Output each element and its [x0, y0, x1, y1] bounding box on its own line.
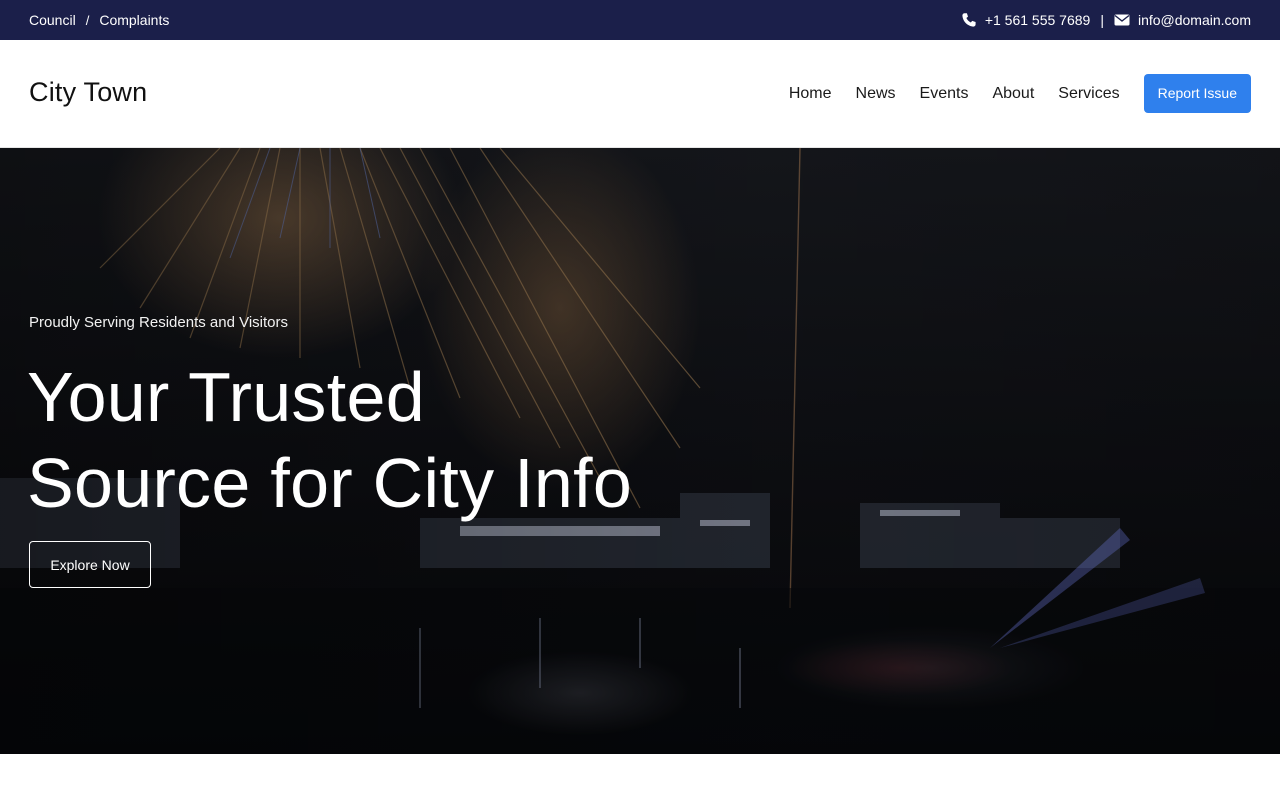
site-header: City Town Home News Events About Service…	[0, 40, 1280, 148]
report-issue-button[interactable]: Report Issue	[1143, 74, 1251, 113]
hero-title-line-1: Your Trusted	[27, 358, 425, 436]
breadcrumb-council-link[interactable]: Council	[29, 12, 76, 28]
nav-events[interactable]: Events	[920, 85, 969, 103]
explore-now-button[interactable]: Explore Now	[29, 541, 151, 588]
top-bar: Council / Complaints +1 561 555 7689 | i…	[0, 0, 1280, 40]
nav-news[interactable]: News	[856, 85, 896, 103]
nav-services[interactable]: Services	[1058, 85, 1119, 103]
hero-tagline: Proudly Serving Residents and Visitors	[29, 314, 289, 331]
breadcrumb-separator: /	[85, 12, 90, 28]
email-address: info@domain.com	[1137, 12, 1251, 28]
envelope-icon	[1114, 12, 1130, 28]
breadcrumb: Council / Complaints	[29, 0, 169, 40]
phone-link[interactable]: +1 561 555 7689	[961, 12, 1091, 28]
hero-section: Proudly Serving Residents and Visitors Y…	[0, 148, 1280, 754]
phone-icon	[961, 12, 977, 28]
contact-info: +1 561 555 7689 | info@domain.com	[961, 0, 1251, 40]
phone-number: +1 561 555 7689	[984, 12, 1091, 28]
contact-divider: |	[1100, 12, 1104, 28]
nav-about[interactable]: About	[992, 85, 1034, 103]
hero-title-line-2: Source for City Info	[27, 444, 633, 522]
email-link[interactable]: info@domain.com	[1114, 12, 1251, 28]
site-logo[interactable]: City Town	[29, 77, 147, 108]
breadcrumb-complaints-link[interactable]: Complaints	[99, 12, 169, 28]
main-nav: Home News Events About Services Report I…	[789, 74, 1251, 113]
nav-home[interactable]: Home	[789, 85, 832, 103]
hero-title: Your Trusted Source for City Info	[27, 354, 727, 526]
